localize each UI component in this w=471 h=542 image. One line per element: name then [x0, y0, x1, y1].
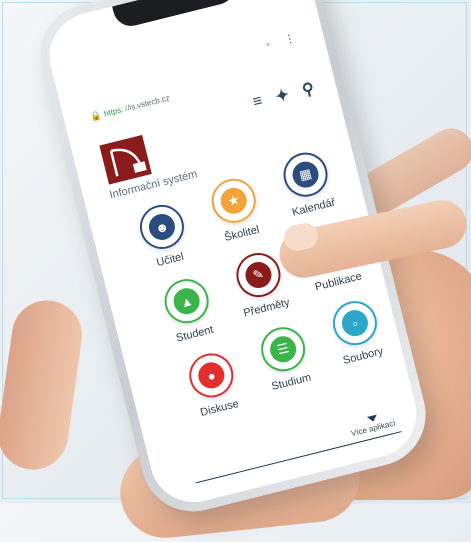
lock-icon: 🔒: [88, 108, 103, 122]
tile-circle: ☻: [135, 200, 189, 254]
phone-notch: [112, 0, 239, 30]
student-icon: ▲: [170, 285, 203, 317]
tile-circle: ▫: [328, 296, 382, 350]
tile-soubory[interactable]: ▫ Soubory: [306, 291, 408, 373]
teacher-icon: ☻: [146, 211, 178, 243]
tile-circle: ✎: [231, 248, 286, 302]
tile-label: Soubory: [341, 345, 385, 367]
pin-icon[interactable]: ✦: [273, 85, 291, 108]
browser-menu-icon[interactable]: ◦ ⋮: [264, 30, 303, 51]
calendar-icon: ▦: [289, 158, 322, 191]
tile-circle: ☰: [256, 322, 310, 376]
tile-kalendar[interactable]: ▦ Kalendář: [257, 142, 359, 224]
discussion-icon: ●: [195, 359, 228, 392]
tile-circle: ▦: [278, 147, 333, 202]
chevron-down-icon: [367, 414, 379, 423]
url-text: //is.vstecb.cz: [123, 92, 171, 113]
files-icon: ▫: [339, 307, 371, 339]
tile-circle: ▲: [159, 274, 214, 328]
search-icon[interactable]: ⚲: [300, 78, 316, 100]
tile-circle: ●: [184, 348, 238, 403]
vste-logo[interactable]: [99, 135, 152, 185]
url-protocol: https:: [102, 104, 125, 118]
tile-circle: ★: [207, 174, 261, 228]
menu-icon[interactable]: ≡: [251, 92, 264, 112]
mentor-icon: ★: [217, 185, 250, 217]
study-icon: ☰: [267, 333, 299, 366]
subjects-icon: ✎: [242, 259, 275, 291]
